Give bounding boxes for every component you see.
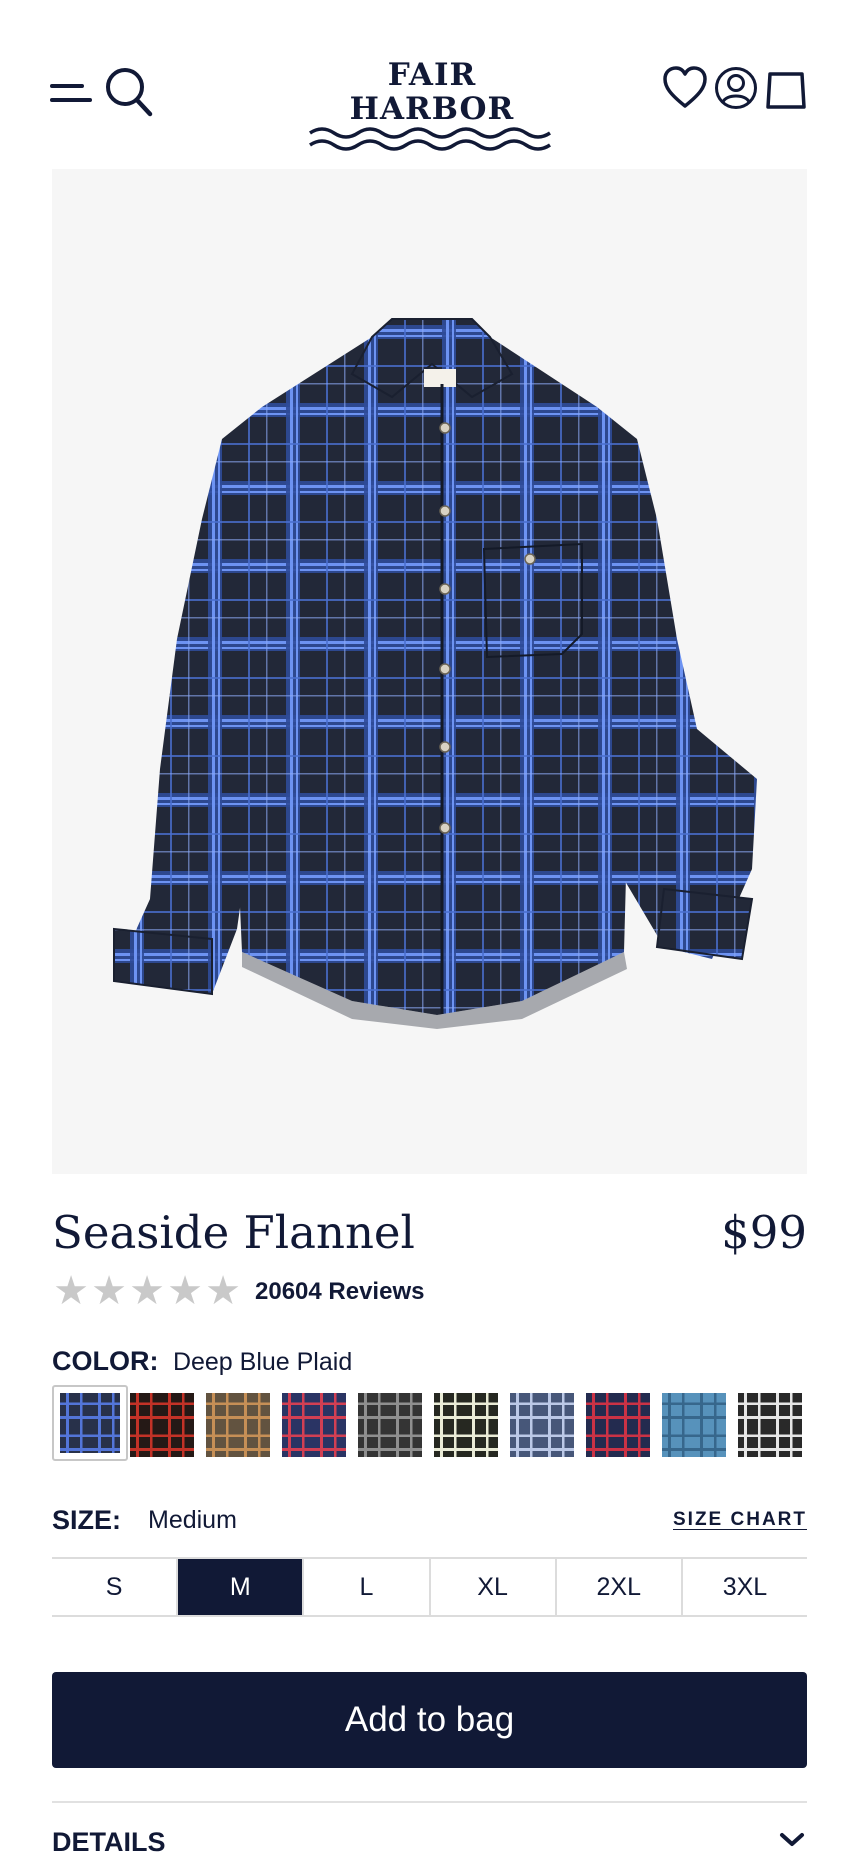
site-header: FAIR HARBOR xyxy=(0,0,860,170)
star-icon: ★ xyxy=(205,1269,241,1313)
color-swatch[interactable] xyxy=(52,1385,128,1461)
swatch-pattern xyxy=(130,1393,194,1457)
product-price: $99 xyxy=(721,1206,807,1259)
swatch-pattern xyxy=(282,1393,346,1457)
swatch-pattern xyxy=(434,1393,498,1457)
chevron-down-icon xyxy=(780,1833,804,1846)
star-icon: ★ xyxy=(91,1269,127,1313)
details-accordion[interactable]: DETAILS xyxy=(52,1822,807,1862)
search-icon[interactable] xyxy=(104,66,154,118)
add-to-bag-button[interactable]: Add to bag xyxy=(52,1672,807,1768)
color-swatch[interactable] xyxy=(738,1393,802,1457)
size-option-s[interactable]: S xyxy=(52,1559,179,1615)
color-swatch[interactable] xyxy=(586,1393,650,1457)
star-icon: ★ xyxy=(167,1269,203,1313)
brand-logo[interactable]: FAIR HARBOR xyxy=(304,57,560,151)
color-value: Deep Blue Plaid xyxy=(172,1348,353,1376)
size-selector-header: SIZE: Medium SIZE CHART xyxy=(52,1502,807,1538)
color-swatch[interactable] xyxy=(510,1393,574,1457)
rating-stars[interactable]: ★ ★ ★ ★ ★ xyxy=(52,1269,242,1313)
size-option-m[interactable]: M xyxy=(178,1559,305,1615)
size-option-3xl[interactable]: 3XL xyxy=(683,1559,807,1615)
size-option-xl[interactable]: XL xyxy=(431,1559,557,1615)
wave-icon xyxy=(309,127,551,151)
size-chart-link[interactable]: SIZE CHART xyxy=(673,1502,807,1538)
bag-icon[interactable] xyxy=(764,68,808,110)
swatch-pattern xyxy=(206,1393,270,1457)
color-swatches xyxy=(52,1385,860,1465)
swatch-pattern xyxy=(662,1393,726,1457)
logo-text: FAIR HARBOR xyxy=(349,57,515,127)
star-icon: ★ xyxy=(129,1269,165,1313)
size-label: SIZE: xyxy=(52,1505,122,1535)
divider xyxy=(52,1801,807,1803)
swatch-pattern xyxy=(60,1393,120,1453)
swatch-pattern xyxy=(510,1393,574,1457)
color-swatch[interactable] xyxy=(206,1393,270,1457)
menu-icon[interactable] xyxy=(50,82,92,106)
shirt-illustration xyxy=(113,318,757,1029)
color-swatch[interactable] xyxy=(282,1393,346,1457)
swatch-pattern xyxy=(738,1393,802,1457)
details-label: DETAILS xyxy=(52,1827,166,1857)
size-options: S M L XL 2XL 3XL xyxy=(52,1557,807,1617)
swatch-pattern xyxy=(586,1393,650,1457)
account-icon[interactable] xyxy=(714,66,758,110)
color-swatch[interactable] xyxy=(662,1393,726,1457)
color-swatch[interactable] xyxy=(434,1393,498,1457)
color-label: COLOR: xyxy=(52,1346,159,1376)
size-option-l[interactable]: L xyxy=(304,1559,431,1615)
color-swatch[interactable] xyxy=(358,1393,422,1457)
star-icon: ★ xyxy=(53,1269,89,1313)
heart-icon[interactable] xyxy=(662,66,708,110)
size-option-2xl[interactable]: 2XL xyxy=(557,1559,683,1615)
color-selector-label: COLOR: Deep Blue Plaid xyxy=(52,1343,352,1379)
reviews-link[interactable]: 20604 Reviews xyxy=(255,1276,424,1308)
swatch-pattern xyxy=(358,1393,422,1457)
product-image[interactable] xyxy=(52,169,807,1174)
size-value: Medium xyxy=(148,1506,237,1534)
product-title: Seaside Flannel xyxy=(52,1206,415,1259)
color-swatch[interactable] xyxy=(130,1393,194,1457)
